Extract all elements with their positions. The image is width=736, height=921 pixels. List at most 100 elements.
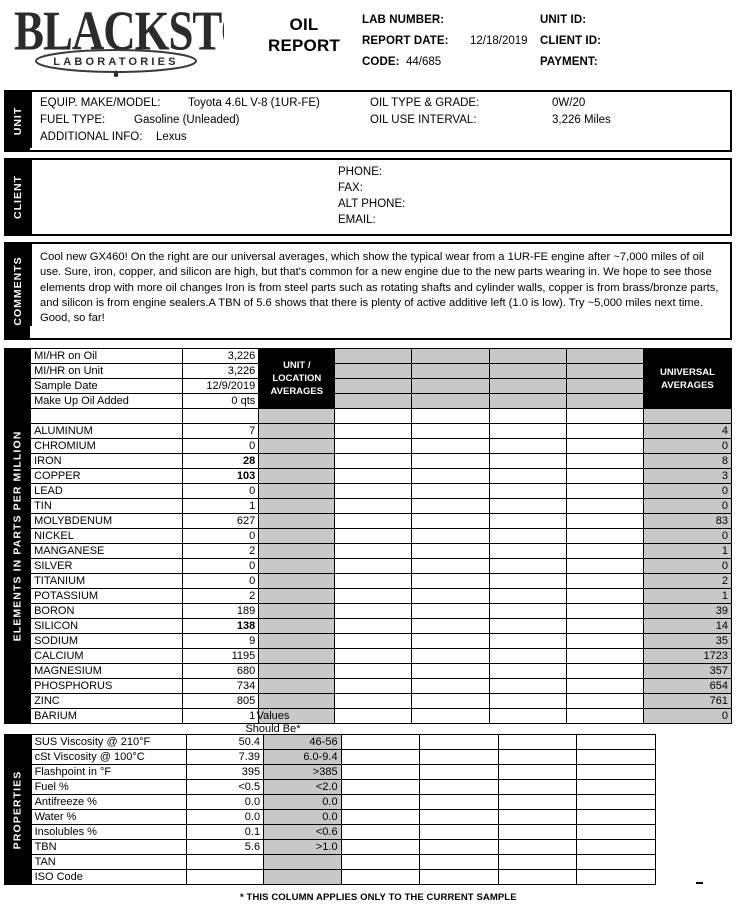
universal-average-value: 1 [642,588,733,604]
empty-sample-column-cell [488,633,567,649]
payment-label: PAYMENT: [540,56,598,68]
property-should-be-value: >1.0 [263,839,342,855]
empty-sample-column-cell [488,648,567,664]
empty-sample-column-cell [340,809,421,825]
code-value: 44/685 [406,56,442,68]
empty-sample-column-cell [334,603,413,619]
empty-sample-column-cell [334,708,413,724]
element-name: COPPER [30,468,184,484]
empty-sample-column-cell [565,423,644,439]
equip-make-model-value: Toyota 4.6L V-8 (1UR-FE) [188,97,320,109]
property-should-be-value: 0.0 [263,809,342,825]
empty-sample-column-cell [419,824,499,840]
empty-sample-column-cell [411,588,490,604]
empty-sample-column-cell [488,468,567,484]
empty-sample-column-cell [497,809,578,825]
universal-averages-header: UNIVERSAL AVERAGES [642,348,733,409]
universal-average-value: 2 [642,573,733,589]
property-name: SUS Viscosity @ 210°F [30,734,187,750]
empty-sample-column-cell [411,543,490,559]
unit-location-average-cell [258,468,336,484]
unit-location-average-cell [258,558,336,574]
empty-sample-column-cell [488,438,567,454]
empty-sample-column-cell [411,663,490,679]
table-row: NICKEL 0 0 [5,528,733,544]
unit-location-average-cell [258,693,336,709]
sample-info-label: Make Up Oil Added [30,393,184,409]
spacer-cell [258,408,336,424]
empty-sample-column-cell [565,498,644,514]
table-row: MAGNESIUM 680 357 [5,663,733,679]
sample-info-row: Sample Date 12/9/2019 [5,378,732,394]
unit-id-label: UNIT ID: [540,14,587,26]
empty-sample-column-cell [497,854,578,870]
empty-sample-column-cell [488,678,567,694]
element-value: 138 [182,618,260,634]
empty-sample-column-cell [334,393,413,409]
property-value: 0.0 [185,809,265,825]
table-row: SODIUM 9 35 [5,633,733,649]
values-header-line-1: Values [256,710,290,722]
empty-sample-column-cell [340,839,421,855]
empty-sample-column-cell [488,348,567,364]
values-header-line-2: Should Be* [245,723,301,735]
empty-sample-column-cell [565,693,644,709]
client-section: CLIENT PHONE: FAX: ALT PHONE: EMAIL: [4,158,732,236]
empty-sample-column-cell [565,393,644,409]
property-name: Water % [30,809,187,825]
empty-sample-column-cell [411,618,490,634]
empty-sample-column-cell [565,483,644,499]
sample-info-row: ELEMENTS IN PARTS PER MILLION MI/HR on Oi… [3,348,733,724]
comments-section: COMMENTS Cool new GX460! On the right ar… [4,242,732,340]
element-name: ZINC [30,693,184,709]
table-row: TBN 5.6 >1.0 [5,839,656,855]
empty-sample-column-cell [334,588,413,604]
properties-footnote: * THIS COLUMN APPLIES ONLY TO THE CURREN… [240,892,517,903]
sample-info-value: 3,226 [182,348,260,364]
empty-sample-column-cell [497,839,578,855]
property-value: 5.6 [185,839,265,855]
table-row: SILICON 138 14 [5,618,733,634]
fuel-type-label: FUEL TYPE: [40,114,106,126]
element-name: POTASSIUM [30,588,184,604]
element-value: 805 [182,693,260,709]
fuel-type-value: Gasoline (Unleaded) [134,114,240,126]
empty-sample-column-cell [488,378,567,394]
property-name: Insolubles % [30,824,187,840]
universal-average-value: 35 [642,633,733,649]
spacer-cell [30,408,184,424]
equip-make-model-label: EQUIP. MAKE/MODEL: [40,97,161,109]
universal-average-value: 357 [642,663,733,679]
element-name: BARIUM [30,708,184,724]
client-email-row: EMAIL: [338,214,405,230]
empty-sample-column-cell [576,794,656,810]
empty-sample-column-cell [565,348,644,364]
element-name: BORON [30,603,184,619]
element-value: 9 [182,633,260,649]
property-value: 7.39 [185,749,265,765]
property-value: 395 [185,764,265,780]
empty-sample-column-cell [411,678,490,694]
empty-sample-column-cell [340,749,421,765]
universal-average-value: 654 [642,678,733,694]
unit-location-average-cell [258,438,336,454]
empty-sample-column-cell [565,603,644,619]
empty-sample-column-cell [576,839,656,855]
table-row: TAN [5,854,656,870]
unit-location-average-cell [258,618,336,634]
table-row: ISO Code [5,869,656,885]
universal-average-value: 0 [642,438,733,454]
empty-sample-column-cell [565,528,644,544]
element-value: 0 [182,528,260,544]
spacer-cell [642,408,733,424]
property-name: cSt Viscosity @ 100°C [30,749,187,765]
unit-location-average-cell [258,498,336,514]
empty-sample-column-cell [411,513,490,529]
element-value: 7 [182,423,260,439]
universal-average-value: 761 [642,693,733,709]
comments-tab-label: COMMENTS [12,256,24,326]
empty-sample-column-cell [488,393,567,409]
unit-location-average-cell [258,543,336,559]
universal-average-value: 83 [642,513,733,529]
properties-table: PROPERTIES SUS Viscosity @ 210°F 50.4 46-56… [4,734,656,885]
